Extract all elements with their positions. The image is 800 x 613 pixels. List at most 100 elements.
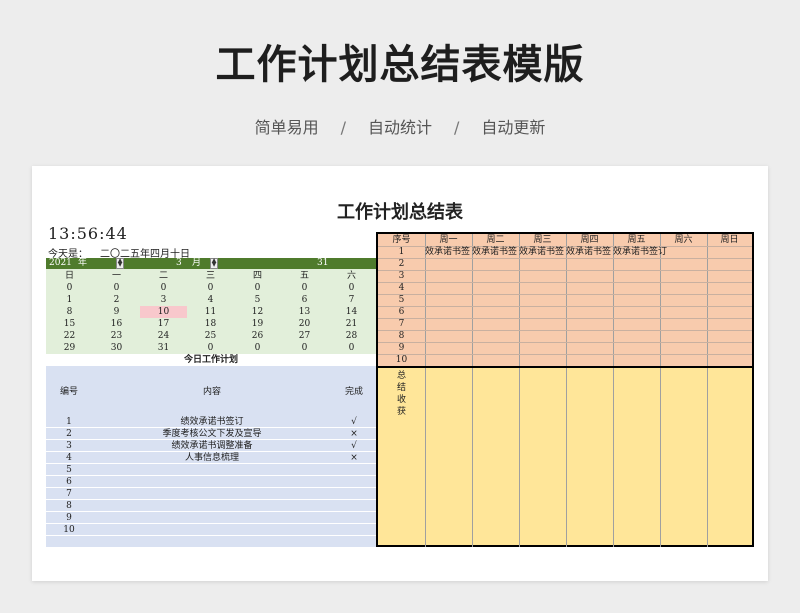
weekly-task-cell[interactable]: 效承诺书签: [519, 246, 566, 258]
calendar-day-cell[interactable]: 4: [187, 294, 234, 306]
calendar-month: 3: [176, 258, 182, 268]
calendar-week-row: 1234567: [46, 294, 376, 306]
grid-line: [660, 368, 661, 547]
plan-row[interactable]: 4 人事信息梳理 ×: [46, 452, 376, 464]
calendar-month-suffix: 月: [192, 258, 202, 268]
grid-line: [378, 354, 752, 355]
plan-row-empty[interactable]: [46, 536, 376, 548]
calendar-day-cell[interactable]: 23: [93, 330, 140, 342]
calendar-day-cell[interactable]: 0: [328, 282, 375, 294]
calendar-day-cell[interactable]: 0: [46, 282, 93, 294]
calendar-day-cell[interactable]: 8: [46, 306, 93, 318]
calendar-day-cell[interactable]: 0: [140, 282, 187, 294]
weekly-row-number: 1: [398, 247, 405, 257]
plan-row[interactable]: 1 绩效承诺书签订 √: [46, 416, 376, 428]
banner-title: 工作计划总结表模版: [215, 42, 585, 88]
calendar-day-cell[interactable]: 13: [281, 306, 328, 318]
plan-row[interactable]: 8: [46, 500, 376, 512]
plan-row-no: 9: [66, 513, 72, 523]
calendar-day-cell[interactable]: 2: [93, 294, 140, 306]
calendar-week-row: 0000000: [46, 282, 376, 294]
calendar-day-cell[interactable]: 30: [93, 342, 140, 354]
calendar-week-row: 29 30 31 0 0 0 0: [46, 342, 376, 354]
plan-row-no: 10: [63, 525, 75, 535]
calendar-day-cell[interactable]: 19: [234, 318, 281, 330]
calendar-day-cell[interactable]: 20: [281, 318, 328, 330]
month-spinner[interactable]: ▲ ▼: [210, 258, 218, 269]
tag-auto-update: 自动更新: [481, 118, 546, 137]
plan-row-empty[interactable]: [46, 560, 376, 572]
grid-line: [378, 330, 752, 331]
calendar-day-cell[interactable]: 1: [46, 294, 93, 306]
today-plan-title: 今日工作计划: [46, 354, 376, 366]
calendar-day-cell[interactable]: 27: [281, 330, 328, 342]
calendar-day-cell[interactable]: 24: [140, 330, 187, 342]
weekday-label: 五: [299, 271, 309, 281]
calendar-day-cell[interactable]: 3: [140, 294, 187, 306]
calendar-year: 2021: [49, 258, 72, 268]
calendar-weekday-row: 日一二三四五六: [46, 270, 376, 282]
calendar-day-cell[interactable]: 0: [281, 282, 328, 294]
plan-row[interactable]: 5: [46, 464, 376, 476]
weekly-task-cell[interactable]: 效承诺书签订: [613, 246, 675, 258]
weekly-row-number: 4: [398, 283, 405, 293]
calendar-day-cell[interactable]: 6: [281, 294, 328, 306]
plan-row-status: √: [351, 417, 357, 427]
calendar-day-cell[interactable]: 31: [140, 342, 187, 354]
tag-separator: /: [340, 118, 346, 137]
plan-row[interactable]: 6: [46, 476, 376, 488]
plan-row[interactable]: 10: [46, 524, 376, 536]
weekly-header: 周三: [533, 235, 552, 245]
grid-line: [613, 368, 614, 547]
weekly-task-cell[interactable]: 效承诺书签: [472, 246, 519, 258]
plan-row[interactable]: 9: [46, 512, 376, 524]
summary-label: 总结收获: [378, 370, 425, 418]
plan-row[interactable]: 7: [46, 488, 376, 500]
weekly-row-number: 8: [398, 331, 405, 341]
plan-row-no: 3: [66, 441, 72, 451]
plan-row-no: 6: [66, 477, 72, 487]
weekly-task-cell[interactable]: 效承诺书签: [425, 246, 472, 258]
calendar-day-cell[interactable]: 15: [46, 318, 93, 330]
plan-row[interactable]: 2 季度考核公文下发及宣导 ×: [46, 428, 376, 440]
calendar-day-cell[interactable]: 0: [187, 282, 234, 294]
calendar-day-cell[interactable]: 22: [46, 330, 93, 342]
calendar-day-cell[interactable]: 0: [93, 282, 140, 294]
year-spinner[interactable]: ▲ ▼: [116, 258, 124, 269]
calendar-day-cell[interactable]: 9: [93, 306, 140, 318]
calendar-day-cell[interactable]: 29: [46, 342, 93, 354]
calendar-day-cell[interactable]: 0: [234, 282, 281, 294]
weekly-summary: 总结收获: [378, 366, 752, 547]
calendar-day-cell[interactable]: 0: [281, 342, 328, 354]
grid-line: [378, 258, 752, 259]
weekly-header: 序号: [392, 235, 411, 245]
plan-row-empty[interactable]: [46, 548, 376, 560]
calendar-day-cell[interactable]: 10: [140, 306, 187, 318]
calendar-day-cell[interactable]: 26: [234, 330, 281, 342]
calendar-day-cell[interactable]: 0: [328, 342, 375, 354]
plan-row[interactable]: 3 绩效承诺书调整准备 √: [46, 440, 376, 452]
summary-char: 获: [396, 407, 406, 417]
calendar-day-cell[interactable]: 12: [234, 306, 281, 318]
plan-row-status: √: [351, 441, 357, 451]
calendar-day-cell[interactable]: 7: [328, 294, 375, 306]
calendar-day-cell[interactable]: 21: [328, 318, 375, 330]
grid-line: [378, 306, 752, 307]
calendar-day-cell[interactable]: 0: [234, 342, 281, 354]
weekly-header: 周日: [720, 235, 739, 245]
calendar-day-cell[interactable]: 28: [328, 330, 375, 342]
calendar-day-cell[interactable]: 14: [328, 306, 375, 318]
calendar-day-cell[interactable]: 0: [187, 342, 234, 354]
calendar-day-cell[interactable]: 25: [187, 330, 234, 342]
calendar-day-cell[interactable]: 11: [187, 306, 234, 318]
calendar-day-cell[interactable]: 16: [93, 318, 140, 330]
calendar-day-cell[interactable]: 5: [234, 294, 281, 306]
grid-line: [378, 342, 752, 343]
calendar-day-cell[interactable]: 18: [187, 318, 234, 330]
weekly-task-cell[interactable]: 效承诺书签: [566, 246, 613, 258]
plan-row-no: 7: [66, 489, 72, 499]
grid-line: [378, 318, 752, 319]
calendar-day-cell[interactable]: 17: [140, 318, 187, 330]
calendar-grid: 日一二三四五六 0 0 0 0 0 0 0 1 2 3 4 5 6 7 8 9 10 11 12 13 14 15 16 17 1…: [46, 269, 376, 354]
header-content: 内容: [202, 387, 221, 397]
